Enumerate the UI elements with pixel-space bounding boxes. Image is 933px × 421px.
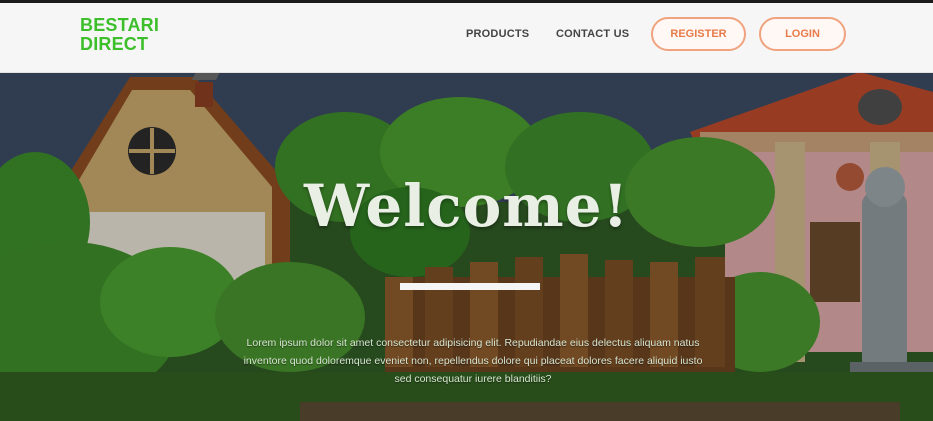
top-navbar: BESTARI DIRECT PRODUCTS CONTACT US REGIS… bbox=[0, 0, 933, 73]
brand-line-1: BESTARI bbox=[80, 15, 160, 35]
landing-page: Welcome! Lorem ipsum dolor sit amet cons… bbox=[0, 0, 933, 421]
top-strip bbox=[0, 0, 933, 3]
hero-description: Lorem ipsum dolor sit amet consectetur a… bbox=[243, 337, 703, 385]
brand-line-2: DIRECT bbox=[80, 34, 149, 54]
nav-contact-link[interactable]: CONTACT US bbox=[556, 28, 629, 40]
login-button[interactable]: LOGIN bbox=[759, 17, 846, 51]
hero-title-underline bbox=[400, 283, 540, 290]
hero-title: Welcome! bbox=[303, 172, 630, 240]
register-button[interactable]: REGISTER bbox=[651, 17, 746, 51]
brand-logo[interactable]: BESTARI DIRECT bbox=[80, 16, 159, 54]
nav-products-link[interactable]: PRODUCTS bbox=[466, 28, 529, 40]
hero-section: Welcome! Lorem ipsum dolor sit amet cons… bbox=[0, 72, 933, 421]
